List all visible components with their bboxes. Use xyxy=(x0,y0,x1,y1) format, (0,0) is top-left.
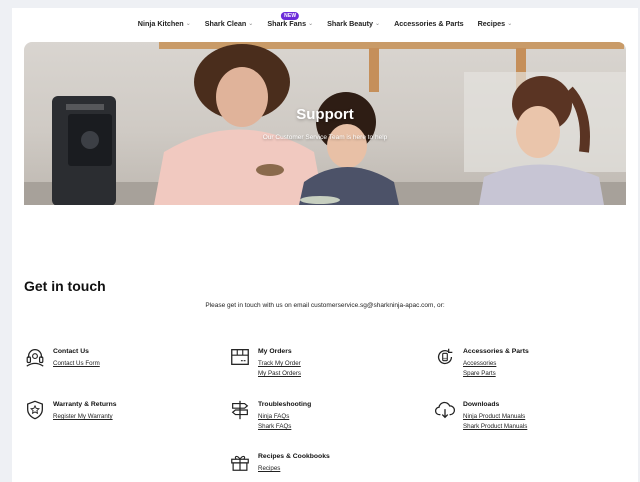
shark-manuals-link[interactable]: Shark Product Manuals xyxy=(463,423,527,430)
nav-label: Shark Fans xyxy=(267,18,307,28)
nav-label: Shark Beauty xyxy=(327,18,374,28)
ninja-manuals-link[interactable]: Ninja Product Manuals xyxy=(463,413,527,420)
nav-item-shark-clean[interactable]: Shark Clean ⌄ xyxy=(205,19,254,28)
card-title: Troubleshooting xyxy=(258,401,312,408)
nav-item-shark-fans[interactable]: NEW Shark Fans ⌄ xyxy=(267,11,314,28)
chevron-down-icon: ⌄ xyxy=(308,20,314,27)
card-title: Contact Us xyxy=(53,348,89,355)
gift-icon xyxy=(231,455,249,471)
ninja-faqs-link[interactable]: Ninja FAQs xyxy=(258,413,311,420)
chevron-down-icon: ⌄ xyxy=(507,20,513,27)
nav-item-accessories-parts[interactable]: Accessories & Parts xyxy=(394,19,464,28)
shark-faqs-link[interactable]: Shark FAQs xyxy=(258,423,311,430)
card-accessories-parts: Accessories & Parts Accessories Spare Pa… xyxy=(434,346,529,380)
main-nav: Ninja Kitchen ⌄ Shark Clean ⌄ NEW Shark … xyxy=(12,8,638,38)
hero-subtitle: Our Customer Service Team is here to hel… xyxy=(262,134,388,141)
card-troubleshooting: Troubleshooting Ninja FAQs Shark FAQs xyxy=(229,399,311,433)
card-downloads: Downloads Ninja Product Manuals Shark Pr… xyxy=(434,399,527,433)
hero-photo xyxy=(24,42,626,205)
card-my-orders: My Orders Track My Order My Past Orders xyxy=(229,346,301,380)
accessories-link[interactable]: Accessories xyxy=(463,360,529,367)
card-title: Downloads xyxy=(463,401,500,408)
card-contact-us: Contact Us Contact Us Form xyxy=(24,346,100,370)
nav-label: Recipes xyxy=(477,18,506,28)
get-in-touch-title: Get in touch xyxy=(24,278,106,294)
contact-us-form-link[interactable]: Contact Us Form xyxy=(53,360,100,367)
track-my-order-link[interactable]: Track My Order xyxy=(258,360,301,367)
card-title: Warranty & Returns xyxy=(53,401,117,408)
hero-banner: Support Our Customer Service Team is her… xyxy=(24,42,626,205)
cloud-download-icon xyxy=(434,401,456,419)
card-recipes-cookbooks: Recipes & Cookbooks Recipes xyxy=(229,451,330,475)
package-icon xyxy=(231,349,249,365)
page: Ninja Kitchen ⌄ Shark Clean ⌄ NEW Shark … xyxy=(12,8,638,482)
shield-icon xyxy=(27,400,43,420)
nav-label: Ninja Kitchen xyxy=(137,18,184,28)
card-title: Accessories & Parts xyxy=(463,348,529,355)
nav-item-recipes[interactable]: Recipes ⌄ xyxy=(478,19,513,28)
hero-title: Support xyxy=(296,106,354,123)
my-past-orders-link[interactable]: My Past Orders xyxy=(258,370,301,377)
card-title: My Orders xyxy=(258,348,292,355)
register-warranty-link[interactable]: Register My Warranty xyxy=(53,413,117,420)
contact-intro-text: Please get in touch with us on email cus… xyxy=(205,302,445,309)
signpost-icon xyxy=(231,400,249,420)
nav-label: Shark Clean xyxy=(204,18,247,28)
nav-item-shark-beauty[interactable]: Shark Beauty ⌄ xyxy=(327,19,380,28)
new-badge: NEW xyxy=(281,11,300,20)
recipes-link[interactable]: Recipes xyxy=(258,465,330,472)
card-title: Recipes & Cookbooks xyxy=(258,453,330,460)
card-warranty-returns: Warranty & Returns Register My Warranty xyxy=(24,399,117,423)
chevron-down-icon: ⌄ xyxy=(248,20,254,27)
spare-parts-link[interactable]: Spare Parts xyxy=(463,370,529,377)
nav-item-ninja-kitchen[interactable]: Ninja Kitchen ⌄ xyxy=(138,19,191,28)
chevron-down-icon: ⌄ xyxy=(185,20,191,27)
nav-label: Accessories & Parts xyxy=(394,18,464,28)
refresh-cycle-icon xyxy=(437,348,453,365)
headset-icon xyxy=(26,349,44,367)
chevron-down-icon: ⌄ xyxy=(375,20,381,27)
